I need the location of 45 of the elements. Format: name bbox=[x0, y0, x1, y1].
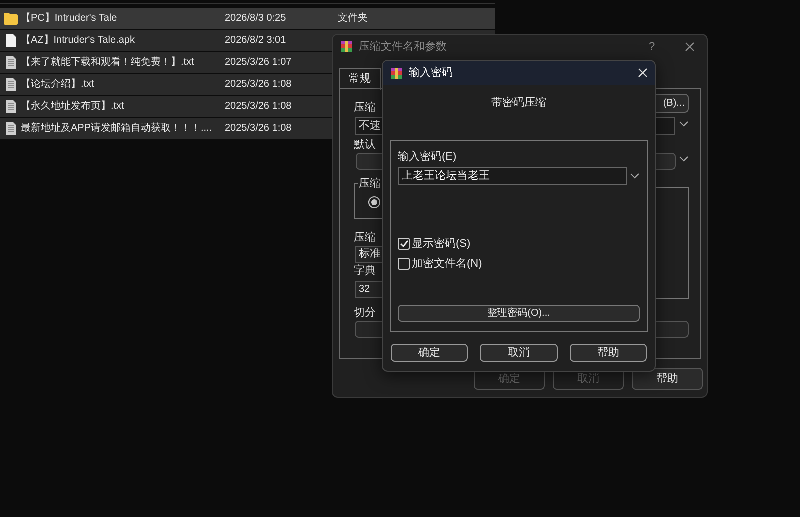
checkbox-label: 显示密码(S) bbox=[412, 236, 471, 252]
dialog-button[interactable]: 确定 bbox=[391, 344, 468, 362]
file-name: 【PC】Intruder's Tale bbox=[21, 12, 118, 26]
books-icon bbox=[340, 40, 353, 53]
file-date: 2026/8/2 3:01 bbox=[225, 34, 288, 48]
text-file-icon bbox=[6, 78, 16, 91]
chevron-icon[interactable] bbox=[679, 121, 689, 128]
field-label: 输入密码(E) bbox=[398, 150, 457, 164]
checkbox[interactable] bbox=[398, 238, 410, 250]
file-icon bbox=[6, 34, 16, 47]
field-label: 字典 bbox=[354, 264, 376, 279]
folder-icon bbox=[4, 12, 18, 24]
text-file-icon bbox=[6, 56, 16, 69]
file-name: 最新地址及APP请发邮箱自动获取！！！.... bbox=[21, 122, 214, 136]
file-name: 【论坛介绍】.txt bbox=[21, 78, 96, 92]
close-icon[interactable] bbox=[685, 42, 695, 52]
dialog-button[interactable]: 帮助 bbox=[632, 368, 703, 390]
text-file-icon bbox=[6, 100, 16, 113]
manage-passwords-button[interactable]: 整理密码(O)... bbox=[398, 305, 640, 322]
text-file-icon bbox=[6, 122, 16, 135]
file-name: 【永久地址发布页】.txt bbox=[21, 100, 126, 114]
file-date: 2025/3/26 1:08 bbox=[225, 122, 293, 136]
password-field[interactable]: 上老王论坛当老王 bbox=[398, 167, 628, 185]
file-name: 【AZ】Intruder's Tale.apk bbox=[21, 34, 136, 48]
checkbox-label: 加密文件名(N) bbox=[412, 256, 482, 272]
file-date: 2025/3/26 1:07 bbox=[225, 56, 293, 70]
dialog-button[interactable]: 取消 bbox=[480, 344, 558, 362]
field-label: 压缩 bbox=[354, 100, 376, 116]
file-name: 【来了就能下载和观看！纯免费！】.txt bbox=[21, 56, 196, 70]
field-label: 默认 bbox=[354, 138, 376, 153]
field-label: 切分 bbox=[354, 306, 376, 321]
file-type: 文件夹 bbox=[338, 12, 368, 26]
help-button[interactable]: ? bbox=[649, 39, 656, 56]
checkbox[interactable] bbox=[398, 258, 410, 270]
file-date: 2026/8/3 0:25 bbox=[225, 12, 288, 26]
books-icon bbox=[390, 66, 403, 80]
chevron-icon[interactable] bbox=[630, 172, 640, 180]
field-label: 压缩 bbox=[354, 230, 376, 246]
file-row[interactable]: 【PC】Intruder's Tale 2026/8/3 0:25 文件夹 bbox=[0, 8, 495, 29]
dialog-button[interactable]: 帮助 bbox=[570, 344, 647, 362]
file-date: 2025/3/26 1:08 bbox=[225, 100, 293, 114]
radio-button[interactable] bbox=[368, 196, 381, 209]
chevron-icon[interactable] bbox=[679, 156, 689, 163]
tab[interactable]: 常规 bbox=[339, 68, 381, 90]
file-date: 2025/3/26 1:08 bbox=[225, 78, 293, 92]
